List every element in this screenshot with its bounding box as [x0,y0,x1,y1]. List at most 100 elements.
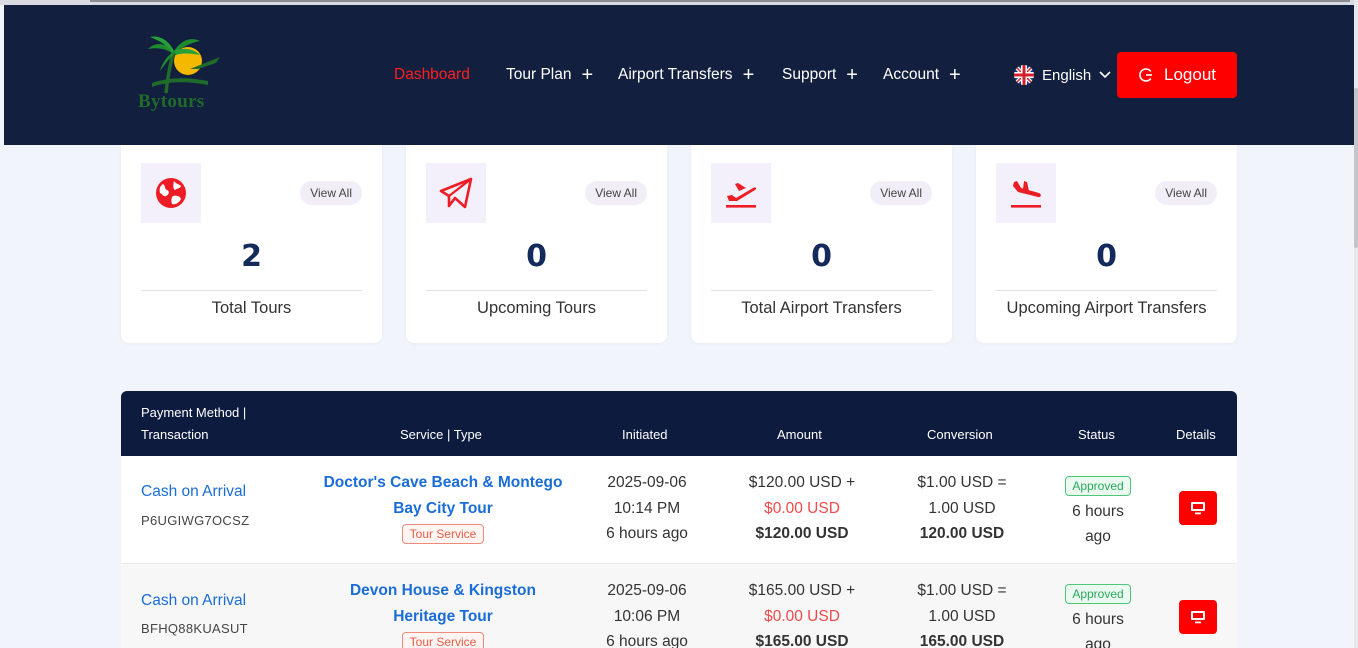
initiated-time: 10:06 PM [613,607,681,625]
th-conversion: Conversion [927,427,993,442]
service-cell: Doctor's Cave Beach & Montego Bay City T… [313,470,573,547]
plane-arrival-icon [1011,181,1041,208]
view-all-button[interactable]: View All [870,181,932,205]
stat-count: 2 [241,239,262,274]
view-all-button[interactable]: View All [585,181,647,205]
nav-item-label: Account [883,66,940,83]
status-badge: Approved [1065,584,1131,604]
nav-item-label: Tour Plan [506,66,572,83]
th-method-line1: Payment Method | [141,405,247,420]
language-selector[interactable]: English [1014,65,1111,85]
monitor-icon [1191,611,1205,624]
stat-count: 0 [811,239,832,274]
status-cell: Approved 6 hours ago [1043,581,1153,648]
service-type-badge: Tour Service [401,632,485,648]
nav-item-dashboard[interactable]: Dashboard [394,65,470,85]
stat-label: Total Airport Transfers [741,299,902,317]
nav-item-support[interactable]: Support + [782,65,858,85]
stat-icon-box [711,163,771,223]
transaction-id: BFHQ88KUASUT [141,621,248,636]
plus-icon: + [581,64,594,86]
transactions-table: Payment Method | Transaction Service | T… [121,391,1237,648]
stat-label: Total Tours [211,299,292,317]
th-service: Service | Type [400,427,482,442]
amount-cell: $120.00 USD + $0.00 USD $120.00 USD [727,470,877,547]
stat-label: Upcoming Airport Transfers [1006,299,1207,317]
details-button[interactable] [1179,600,1217,634]
status-badge: Approved [1065,476,1131,496]
page-scrollbar[interactable] [1354,0,1358,648]
table-row: Cash on Arrival P6UGIWG7OCSZ Doctor's Ca… [121,456,1237,563]
paper-plane-icon [439,177,473,209]
divider [141,290,362,291]
conversion-rate: $1.00 USD = [917,582,1007,599]
amount-base: $165.00 USD + [748,582,856,599]
initiated-ago: 6 hours ago [606,633,688,648]
divider [426,290,647,291]
plus-icon: + [949,64,961,86]
stat-label: Upcoming Tours [477,299,596,317]
stat-card-total-tours: View All 2 Total Tours [121,145,382,343]
initiated-time: 10:14 PM [613,499,681,517]
amount-base: $120.00 USD + [748,474,856,491]
th-initiated: Initiated [622,427,668,442]
payment-method-link[interactable]: Cash on Arrival [141,483,246,501]
service-title-line2[interactable]: Heritage Tour [313,604,573,630]
amount-total: $120.00 USD [755,525,849,542]
th-status: Status [1078,427,1115,442]
status-cell: Approved 6 hours ago [1043,473,1153,550]
plane-departure-icon [726,183,757,208]
view-all-button[interactable]: View All [1155,181,1217,205]
amount-charge: $0.00 USD [764,607,840,625]
stat-count: 0 [526,239,547,274]
stat-count: 0 [1096,239,1117,274]
th-method-line2: Transaction [141,427,209,442]
stat-card-upcoming-airport-transfers: View All 0 Upcoming Airport Transfers [976,145,1237,343]
status-time-line2: ago [1085,528,1111,545]
conversion-cell: $1.00 USD = 1.00 USD 120.00 USD [897,470,1027,547]
uk-flag-icon [1014,65,1034,85]
status-time-line2: ago [1085,636,1111,648]
initiated-cell: 2025-09-06 10:06 PM 6 hours ago [587,578,707,648]
language-label: English [1042,66,1092,84]
service-title-line1[interactable]: Doctor's Cave Beach & Montego [313,470,573,496]
nav-item-label: Dashboard [394,66,470,83]
status-time-line1: 6 hours [1072,502,1124,520]
plus-icon: + [846,64,858,86]
logout-button[interactable]: Logout [1117,52,1237,98]
table-row: Cash on Arrival BFHQ88KUASUT Devon House… [121,563,1237,648]
nav-item-account[interactable]: Account + [883,65,961,85]
palm-sun-logo-icon [148,36,220,94]
status-time-line1: 6 hours [1072,610,1124,628]
monitor-icon [1191,502,1205,515]
service-title-line2[interactable]: Bay City Tour [313,496,573,522]
nav-item-tour-plan[interactable]: Tour Plan + [506,65,593,85]
details-button[interactable] [1179,491,1217,525]
conversion-total: 120.00 USD [919,525,1005,542]
stat-icon-box [426,163,486,223]
brand-name: Bytours [138,91,205,112]
conversion-cell: $1.00 USD = 1.00 USD 165.00 USD [897,578,1027,648]
view-all-button[interactable]: View All [300,181,362,205]
amount-cell: $165.00 USD + $0.00 USD $165.00 USD [727,578,877,648]
th-amount: Amount [777,427,822,442]
table-header: Payment Method | Transaction Service | T… [121,391,1237,456]
divider [996,290,1217,291]
divider [711,290,932,291]
payment-method-link[interactable]: Cash on Arrival [141,592,246,610]
nav-item-airport-transfers[interactable]: Airport Transfers + [618,65,754,85]
service-title-line1[interactable]: Devon House & Kingston [313,578,573,604]
brand-logo[interactable]: Bytours [138,35,228,117]
amount-total: $165.00 USD [755,633,849,648]
service-type-badge: Tour Service [401,524,485,544]
nav-item-label: Airport Transfers [618,66,733,83]
conversion-rate: $1.00 USD = [917,474,1007,491]
th-details: Details [1176,427,1216,442]
logout-label: Logout [1164,65,1216,84]
logout-icon [1139,68,1152,82]
conversion-unit: 1.00 USD [928,499,996,517]
plus-icon: + [742,64,755,86]
site-header: Bytours Dashboard Tour Plan + Airport Tr… [4,5,1354,145]
initiated-date: 2025-09-06 [607,474,687,491]
nav-item-label: Support [782,66,837,83]
